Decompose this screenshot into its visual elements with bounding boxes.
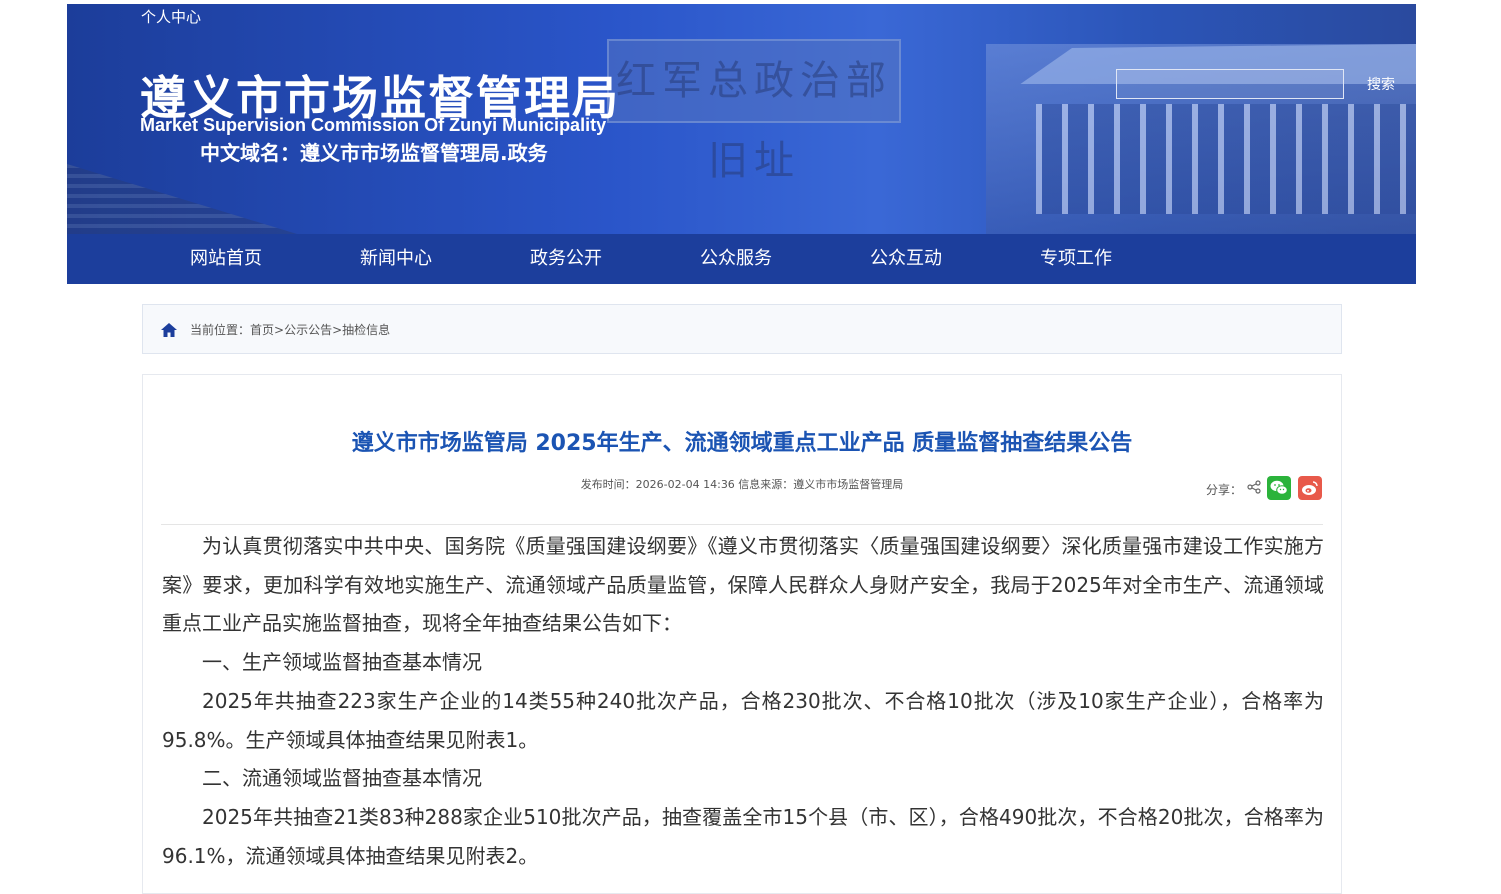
breadcrumb: 当前位置：首页>公示公告>抽检信息 (142, 304, 1342, 354)
home-icon (161, 323, 177, 337)
wechat-icon (1270, 480, 1288, 495)
article-body: 为认真贯彻落实中共中央、国务院《质量强国建设纲要》《遵义市贯彻落实〈质量强国建设… (162, 527, 1324, 875)
article-container: 遵义市市场监管局 2025年生产、流通领域重点工业产品 质量监督抽查结果公告 发… (142, 374, 1342, 894)
chinese-domain-name: 中文域名：遵义市市场监督管理局.政务 (200, 141, 548, 165)
weibo-icon (1302, 481, 1318, 495)
site-title-english: Market Supervision Commission Of Zunyi M… (140, 115, 607, 135)
article-divider (161, 524, 1323, 525)
building-columns (1036, 104, 1416, 214)
search-input[interactable] (1116, 69, 1344, 99)
breadcrumb-prefix: 当前位置： (190, 323, 251, 337)
breadcrumb-inspection-info[interactable]: 抽检信息 (342, 323, 390, 337)
article-paragraph: 为认真贯彻落实中共中央、国务院《质量强国建设纲要》《遵义市贯彻落实〈质量强国建设… (162, 534, 1324, 636)
article-paragraph: 二、流通领域监督抽查基本情况 (202, 766, 482, 791)
breadcrumb-notices[interactable]: 公示公告 (284, 323, 332, 337)
nav-news-center[interactable]: 新闻中心 (311, 234, 481, 284)
nav-public-service[interactable]: 公众服务 (651, 234, 821, 284)
article-title: 遵义市市场监管局 2025年生产、流通领域重点工业产品 质量监督抽查结果公告 (351, 431, 1133, 456)
weibo-share-button[interactable] (1298, 476, 1322, 500)
article-paragraph: 一、生产领域监督抽查基本情况 (202, 650, 482, 675)
wechat-share-button[interactable] (1267, 476, 1291, 500)
breadcrumb-home[interactable]: 首页 (250, 323, 274, 337)
main-nav: 网站首页 新闻中心 政务公开 公众服务 公众互动 专项工作 (67, 234, 1416, 284)
nav-government-affairs[interactable]: 政务公开 (481, 234, 651, 284)
nav-home[interactable]: 网站首页 (141, 234, 311, 284)
personal-center-link[interactable]: 个人中心 (141, 6, 201, 27)
search-button[interactable]: 搜索 (1352, 69, 1410, 99)
banner-plaque: 红军总政治部旧址 (607, 39, 901, 184)
nav-special-work[interactable]: 专项工作 (991, 234, 1161, 284)
breadcrumb-text: 当前位置：首页>公示公告>抽检信息 (190, 321, 390, 338)
share-icon[interactable] (1247, 480, 1261, 494)
nav-public-interaction[interactable]: 公众互动 (821, 234, 991, 284)
breadcrumb-separator: > (274, 323, 285, 337)
breadcrumb-separator: > (332, 323, 343, 337)
share-label: 分享： (1206, 483, 1243, 497)
article-paragraph: 2025年共抽查21类83种288家企业510批次产品，抽查覆盖全市15个县（市… (162, 804, 1324, 868)
article-paragraph: 2025年共抽查223家生产企业的14类55种240批次产品，合格230批次、不… (162, 688, 1324, 752)
article-meta: 发布时间：2026-02-04 14:36 信息来源：遵义市市场监督管理局 (580, 478, 904, 491)
plaque-text: 红军总政治部旧址 (616, 58, 892, 184)
